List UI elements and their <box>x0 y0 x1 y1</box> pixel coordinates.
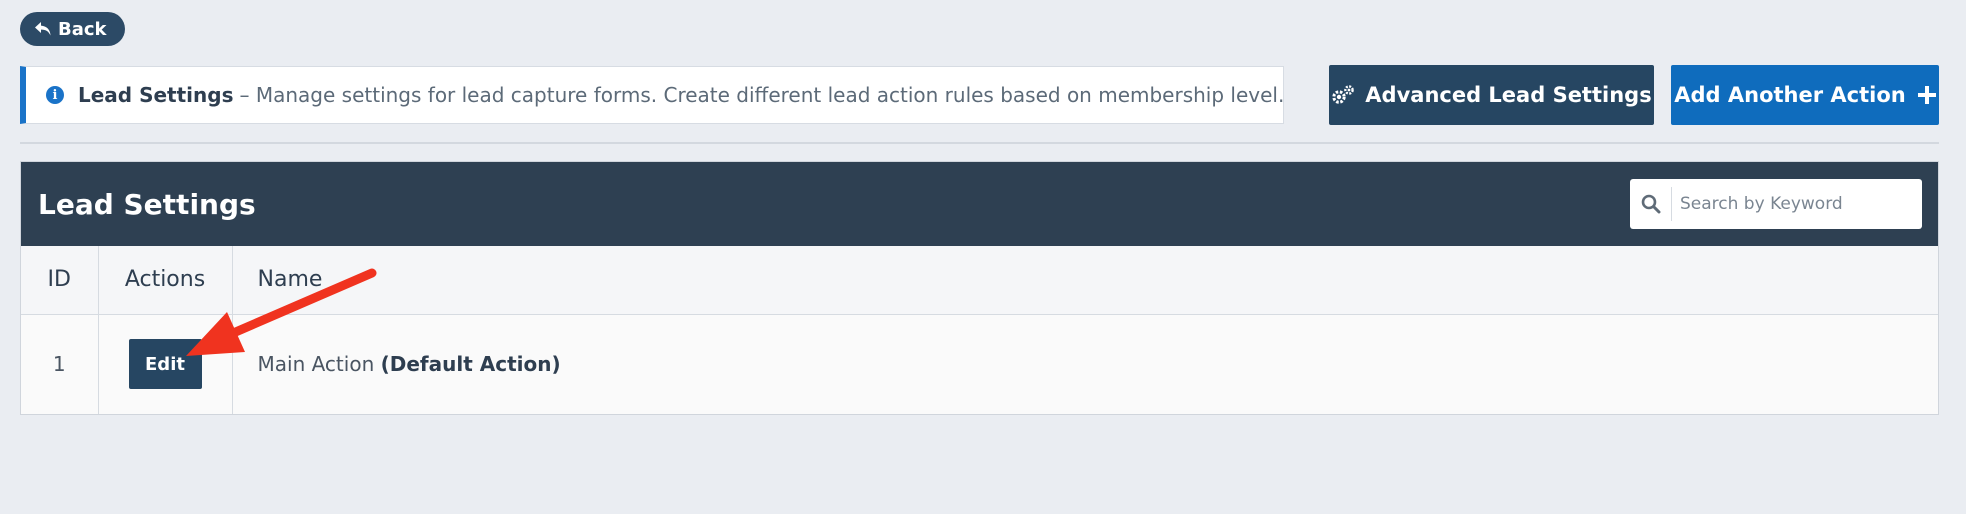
info-banner: i Lead Settings – Manage settings for le… <box>20 66 1284 124</box>
column-header-name[interactable]: Name <box>232 246 1938 314</box>
back-button[interactable]: Back <box>20 12 125 46</box>
reply-arrow-icon <box>35 22 51 36</box>
action-name: Main Action <box>257 352 375 377</box>
lead-settings-panel: Lead Settings ID Actions Name 1 Edi <box>20 161 1939 415</box>
section-divider <box>20 142 1939 144</box>
actions-table: ID Actions Name 1 Edit Main Action (Defa… <box>21 246 1938 414</box>
search-icon[interactable] <box>1630 187 1672 221</box>
info-title: Lead Settings <box>78 83 234 107</box>
search-input[interactable] <box>1672 179 1922 229</box>
table-row: 1 Edit Main Action (Default Action) <box>21 314 1938 414</box>
add-another-action-button[interactable]: Add Another Action <box>1671 65 1939 125</box>
gears-icon <box>1332 85 1355 104</box>
edit-button[interactable]: Edit <box>128 339 202 390</box>
advanced-lead-settings-label: Advanced Lead Settings <box>1365 83 1652 107</box>
panel-header: Lead Settings <box>21 162 1938 246</box>
info-icon: i <box>46 86 64 104</box>
search-box[interactable] <box>1630 179 1922 229</box>
info-description: – Manage settings for lead capture forms… <box>239 83 1285 107</box>
plus-icon <box>1917 86 1936 104</box>
row-name: Main Action (Default Action) <box>232 314 1938 414</box>
table-header-row: ID Actions Name <box>21 246 1938 314</box>
column-header-id[interactable]: ID <box>21 246 99 314</box>
back-label: Back <box>58 18 107 40</box>
default-action-tag: (Default Action) <box>380 352 561 377</box>
row-id: 1 <box>21 314 99 414</box>
row-actions: Edit <box>98 314 233 414</box>
panel-title: Lead Settings <box>38 187 256 221</box>
add-another-action-label: Add Another Action <box>1674 83 1906 107</box>
column-header-actions: Actions <box>98 246 233 314</box>
advanced-lead-settings-button[interactable]: Advanced Lead Settings <box>1329 65 1654 125</box>
